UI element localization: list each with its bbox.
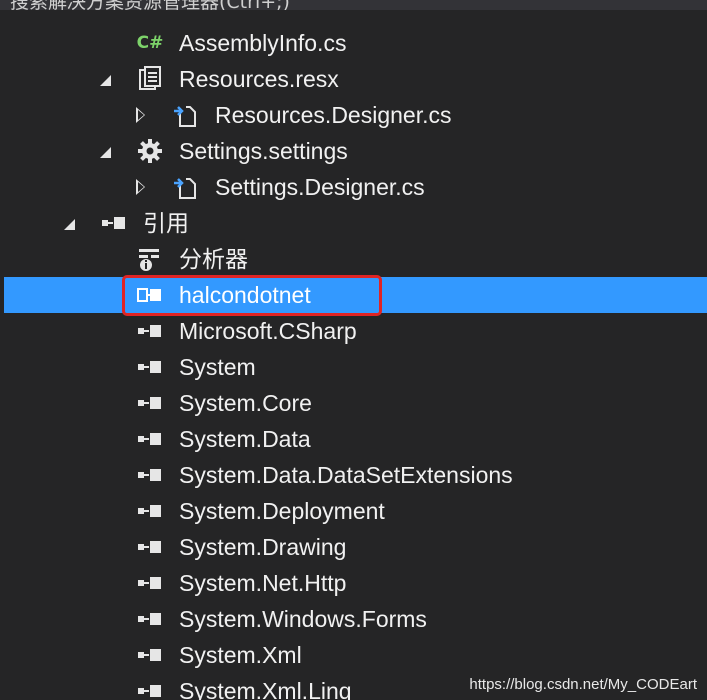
reference-icon bbox=[136, 534, 164, 560]
tree-item-reference[interactable]: System.Xml bbox=[4, 637, 707, 673]
tree-item-reference-halcondotnet[interactable]: halcondotnet bbox=[4, 277, 707, 313]
tree-item-assemblyinfo[interactable]: C# AssemblyInfo.cs bbox=[4, 25, 707, 61]
tree-item-label: System.Deployment bbox=[179, 498, 385, 524]
tree-item-reference[interactable]: System bbox=[4, 349, 707, 385]
tree-item-label: Settings.Designer.cs bbox=[215, 174, 425, 200]
tree-item-reference[interactable]: System.Data bbox=[4, 421, 707, 457]
reference-icon bbox=[136, 426, 164, 452]
tree-item-reference[interactable]: System.Drawing bbox=[4, 529, 707, 565]
reference-icon bbox=[136, 318, 164, 344]
reference-icon bbox=[136, 390, 164, 416]
tree-item-settings-designer[interactable]: Settings.Designer.cs bbox=[4, 169, 707, 205]
expand-arrow-icon[interactable] bbox=[96, 61, 114, 97]
gear-icon bbox=[136, 138, 164, 164]
reference-icon bbox=[136, 354, 164, 380]
tree-item-label: System.Data bbox=[179, 426, 311, 452]
tree-item-reference[interactable]: System.Deployment bbox=[4, 493, 707, 529]
tree-item-label: System.Core bbox=[179, 390, 312, 416]
tree-item-label: halcondotnet bbox=[179, 282, 311, 308]
collapse-arrow-icon[interactable] bbox=[131, 169, 149, 205]
resource-file-icon bbox=[136, 66, 164, 92]
tree-item-label: System.Xml.Linq bbox=[179, 678, 352, 700]
tree-item-settings[interactable]: Settings.settings bbox=[4, 133, 707, 169]
reference-icon bbox=[136, 498, 164, 524]
tree-item-label: System.Windows.Forms bbox=[179, 606, 427, 632]
expand-arrow-icon[interactable] bbox=[96, 133, 114, 169]
reference-icon bbox=[136, 606, 164, 632]
tree-item-label: 引用 bbox=[143, 210, 189, 236]
search-solution-explorer-bar[interactable]: 搜索解决方案资源管理器(Ctrl+;) bbox=[0, 0, 707, 10]
reference-icon bbox=[136, 570, 164, 596]
tree-item-reference[interactable]: System.Data.DataSetExtensions bbox=[4, 457, 707, 493]
reference-icon bbox=[136, 282, 164, 308]
reference-icon bbox=[136, 678, 164, 700]
watermark-text: https://blog.csdn.net/My_CODEart bbox=[469, 676, 697, 693]
tree-item-label: System.Xml bbox=[179, 642, 302, 668]
tree-item-label: Resources.Designer.cs bbox=[215, 102, 452, 128]
tree-item-label: System.Net.Http bbox=[179, 570, 347, 596]
search-placeholder: 搜索解决方案资源管理器(Ctrl+;) bbox=[10, 0, 290, 10]
tree-item-reference[interactable]: Microsoft.CSharp bbox=[4, 313, 707, 349]
expand-arrow-icon[interactable] bbox=[60, 205, 78, 241]
tree-item-resources-resx[interactable]: Resources.resx bbox=[4, 61, 707, 97]
tree-item-label: System.Data.DataSetExtensions bbox=[179, 462, 513, 488]
tree-item-label: System bbox=[179, 354, 256, 380]
tree-item-label: Resources.resx bbox=[179, 66, 339, 92]
linked-file-icon bbox=[172, 102, 200, 128]
analyzer-icon bbox=[136, 246, 164, 272]
solution-explorer-tree[interactable]: C# AssemblyInfo.cs Resources.resx Resour… bbox=[4, 10, 707, 700]
csharp-file-icon: C# bbox=[136, 33, 164, 53]
tree-item-reference[interactable]: System.Net.Http bbox=[4, 565, 707, 601]
reference-icon bbox=[100, 210, 128, 236]
collapse-arrow-icon[interactable] bbox=[131, 97, 149, 133]
reference-icon bbox=[136, 462, 164, 488]
linked-file-icon bbox=[172, 174, 200, 200]
tree-item-label: 分析器 bbox=[179, 246, 248, 272]
reference-icon bbox=[136, 642, 164, 668]
tree-item-resources-designer[interactable]: Resources.Designer.cs bbox=[4, 97, 707, 133]
tree-item-label: AssemblyInfo.cs bbox=[179, 30, 347, 56]
tree-item-analyzers[interactable]: 分析器 bbox=[4, 241, 707, 277]
tree-item-label: System.Drawing bbox=[179, 534, 347, 560]
tree-item-references[interactable]: 引用 bbox=[4, 205, 707, 241]
tree-item-label: Microsoft.CSharp bbox=[179, 318, 357, 344]
tree-item-reference[interactable]: System.Windows.Forms bbox=[4, 601, 707, 637]
tree-item-label: Settings.settings bbox=[179, 138, 348, 164]
tree-item-reference[interactable]: System.Core bbox=[4, 385, 707, 421]
